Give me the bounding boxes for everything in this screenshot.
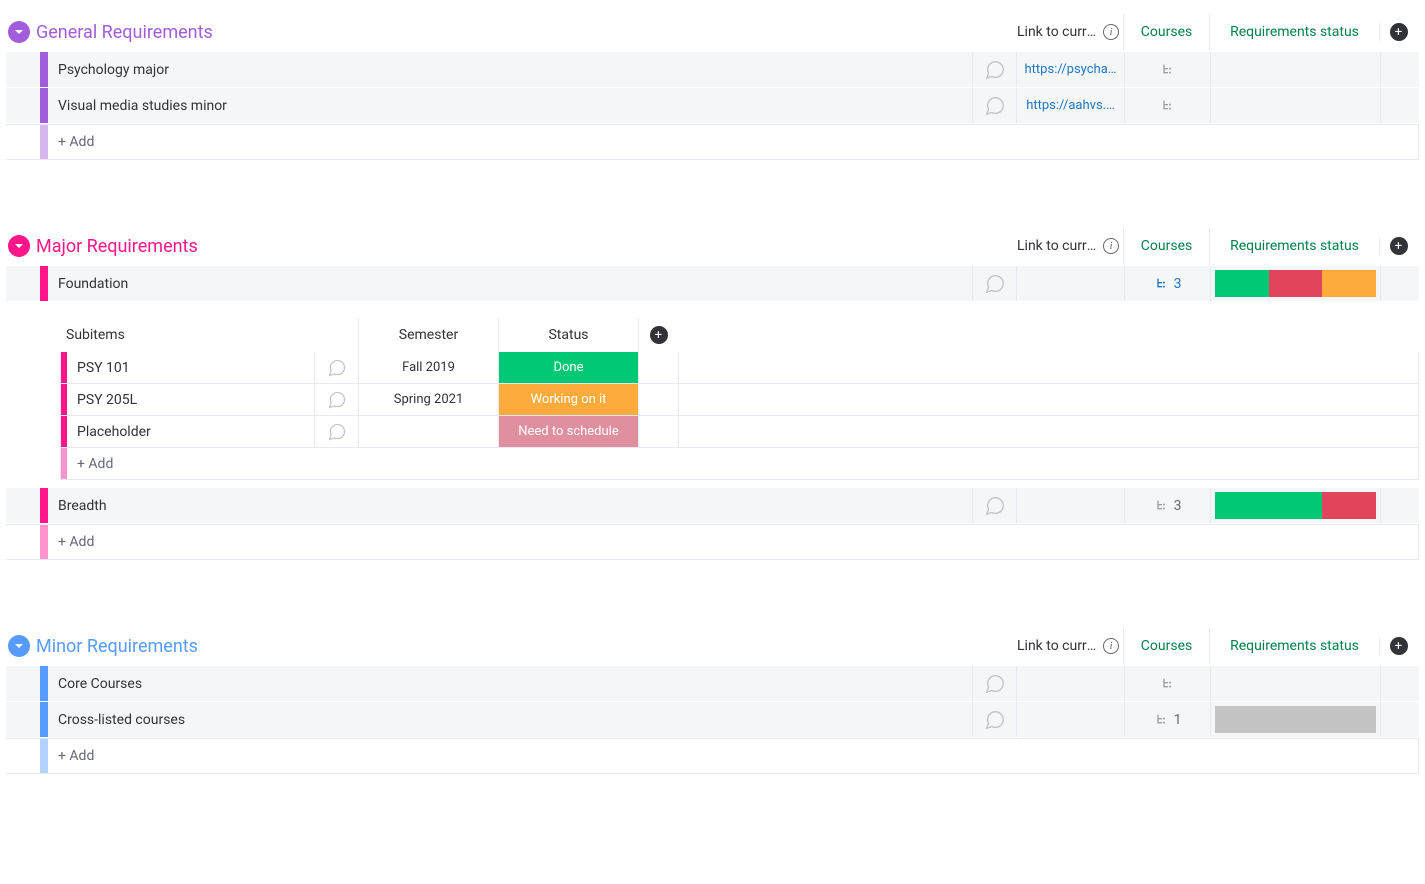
group-collapse-toggle[interactable] bbox=[8, 635, 30, 657]
info-icon[interactable]: i bbox=[1103, 638, 1119, 654]
comment-button[interactable] bbox=[973, 488, 1017, 523]
courses-subitems-cell[interactable] bbox=[1125, 52, 1211, 87]
row-color-indicator bbox=[40, 88, 48, 123]
group-title[interactable]: General Requirements bbox=[36, 22, 213, 43]
requirements-status-cell[interactable] bbox=[1211, 666, 1381, 701]
plus-icon: + bbox=[1390, 637, 1408, 655]
add-column-button[interactable]: + bbox=[1379, 237, 1417, 255]
requirements-status-cell[interactable] bbox=[1211, 88, 1381, 123]
row-color-indicator bbox=[40, 702, 48, 737]
semester-cell[interactable] bbox=[359, 416, 499, 447]
add-subitem-button[interactable]: + Add bbox=[67, 448, 1418, 479]
column-header-link[interactable]: Link to curri…i bbox=[1015, 628, 1123, 664]
row-color-indicator bbox=[40, 666, 48, 701]
courses-subitems-cell[interactable]: 1 bbox=[1125, 702, 1211, 737]
add-column-button[interactable]: + bbox=[1379, 637, 1417, 655]
link-cell[interactable] bbox=[1017, 266, 1125, 301]
plus-icon: + bbox=[1390, 237, 1408, 255]
requirements-status-cell[interactable] bbox=[1211, 266, 1381, 301]
column-header-courses[interactable]: Courses bbox=[1123, 628, 1209, 664]
item-name[interactable]: Foundation bbox=[48, 266, 973, 301]
status-cell[interactable]: Done bbox=[499, 352, 639, 383]
plus-icon: + bbox=[650, 326, 668, 344]
item-name[interactable]: Visual media studies minor bbox=[48, 88, 973, 123]
item-name[interactable]: Breadth bbox=[48, 488, 973, 523]
add-item-button[interactable]: + Add bbox=[48, 125, 1419, 159]
subitems-column-header[interactable]: Subitems bbox=[60, 327, 358, 343]
link-cell[interactable] bbox=[1017, 702, 1125, 737]
row-color-indicator bbox=[40, 488, 48, 523]
status-cell[interactable]: Need to schedule bbox=[499, 416, 639, 447]
column-header-requirements-status[interactable]: Requirements status bbox=[1209, 628, 1379, 664]
semester-cell[interactable]: Fall 2019 bbox=[359, 352, 499, 383]
comment-button[interactable] bbox=[973, 52, 1017, 87]
item-name[interactable]: Core Courses bbox=[48, 666, 973, 701]
subitem-name[interactable]: Placeholder bbox=[67, 416, 315, 447]
status-column-header[interactable]: Status bbox=[498, 318, 638, 352]
link-cell[interactable] bbox=[1017, 666, 1125, 701]
comment-button[interactable] bbox=[973, 702, 1017, 737]
requirements-status-cell[interactable] bbox=[1211, 52, 1381, 87]
courses-subitems-cell[interactable]: 3 bbox=[1125, 488, 1211, 523]
link-cell[interactable] bbox=[1017, 488, 1125, 523]
subitem-name[interactable]: PSY 205L bbox=[67, 384, 315, 415]
plus-icon: + bbox=[1390, 23, 1408, 41]
add-item-button[interactable]: + Add bbox=[48, 739, 1419, 773]
group-title[interactable]: Minor Requirements bbox=[36, 636, 198, 657]
group-collapse-toggle[interactable] bbox=[8, 21, 30, 43]
info-icon[interactable]: i bbox=[1103, 24, 1119, 40]
requirements-status-cell[interactable] bbox=[1211, 488, 1381, 523]
link-cell[interactable]: https://psycha… bbox=[1017, 52, 1125, 87]
comment-button[interactable] bbox=[315, 352, 359, 383]
item-name[interactable]: Cross-listed courses bbox=[48, 702, 973, 737]
row-color-indicator bbox=[40, 52, 48, 87]
comment-button[interactable] bbox=[315, 416, 359, 447]
column-header-courses[interactable]: Courses bbox=[1123, 14, 1209, 50]
column-header-link[interactable]: Link to curri…i bbox=[1015, 14, 1123, 50]
courses-subitems-cell[interactable] bbox=[1125, 88, 1211, 123]
group-title[interactable]: Major Requirements bbox=[36, 236, 198, 257]
status-cell[interactable]: Working on it bbox=[499, 384, 639, 415]
courses-subitems-cell[interactable] bbox=[1125, 666, 1211, 701]
item-name[interactable]: Psychology major bbox=[48, 52, 973, 87]
subitem-name[interactable]: PSY 101 bbox=[67, 352, 315, 383]
link-cell[interactable]: https://aahvs.… bbox=[1017, 88, 1125, 123]
column-header-courses[interactable]: Courses bbox=[1123, 228, 1209, 264]
add-sub-column-button[interactable]: + bbox=[638, 318, 678, 352]
comment-button[interactable] bbox=[973, 88, 1017, 123]
column-header-requirements-status[interactable]: Requirements status bbox=[1209, 14, 1379, 50]
semester-column-header[interactable]: Semester bbox=[358, 318, 498, 352]
courses-subitems-cell[interactable]: 3 bbox=[1125, 266, 1211, 301]
comment-button[interactable] bbox=[973, 666, 1017, 701]
requirements-status-cell[interactable] bbox=[1211, 702, 1381, 737]
semester-cell[interactable]: Spring 2021 bbox=[359, 384, 499, 415]
row-color-indicator bbox=[40, 266, 48, 301]
comment-button[interactable] bbox=[973, 266, 1017, 301]
comment-button[interactable] bbox=[315, 384, 359, 415]
column-header-requirements-status[interactable]: Requirements status bbox=[1209, 228, 1379, 264]
info-icon[interactable]: i bbox=[1103, 238, 1119, 254]
add-item-button[interactable]: + Add bbox=[48, 525, 1419, 559]
add-column-button[interactable]: + bbox=[1379, 23, 1417, 41]
column-header-link[interactable]: Link to curri…i bbox=[1015, 228, 1123, 264]
group-collapse-toggle[interactable] bbox=[8, 235, 30, 257]
